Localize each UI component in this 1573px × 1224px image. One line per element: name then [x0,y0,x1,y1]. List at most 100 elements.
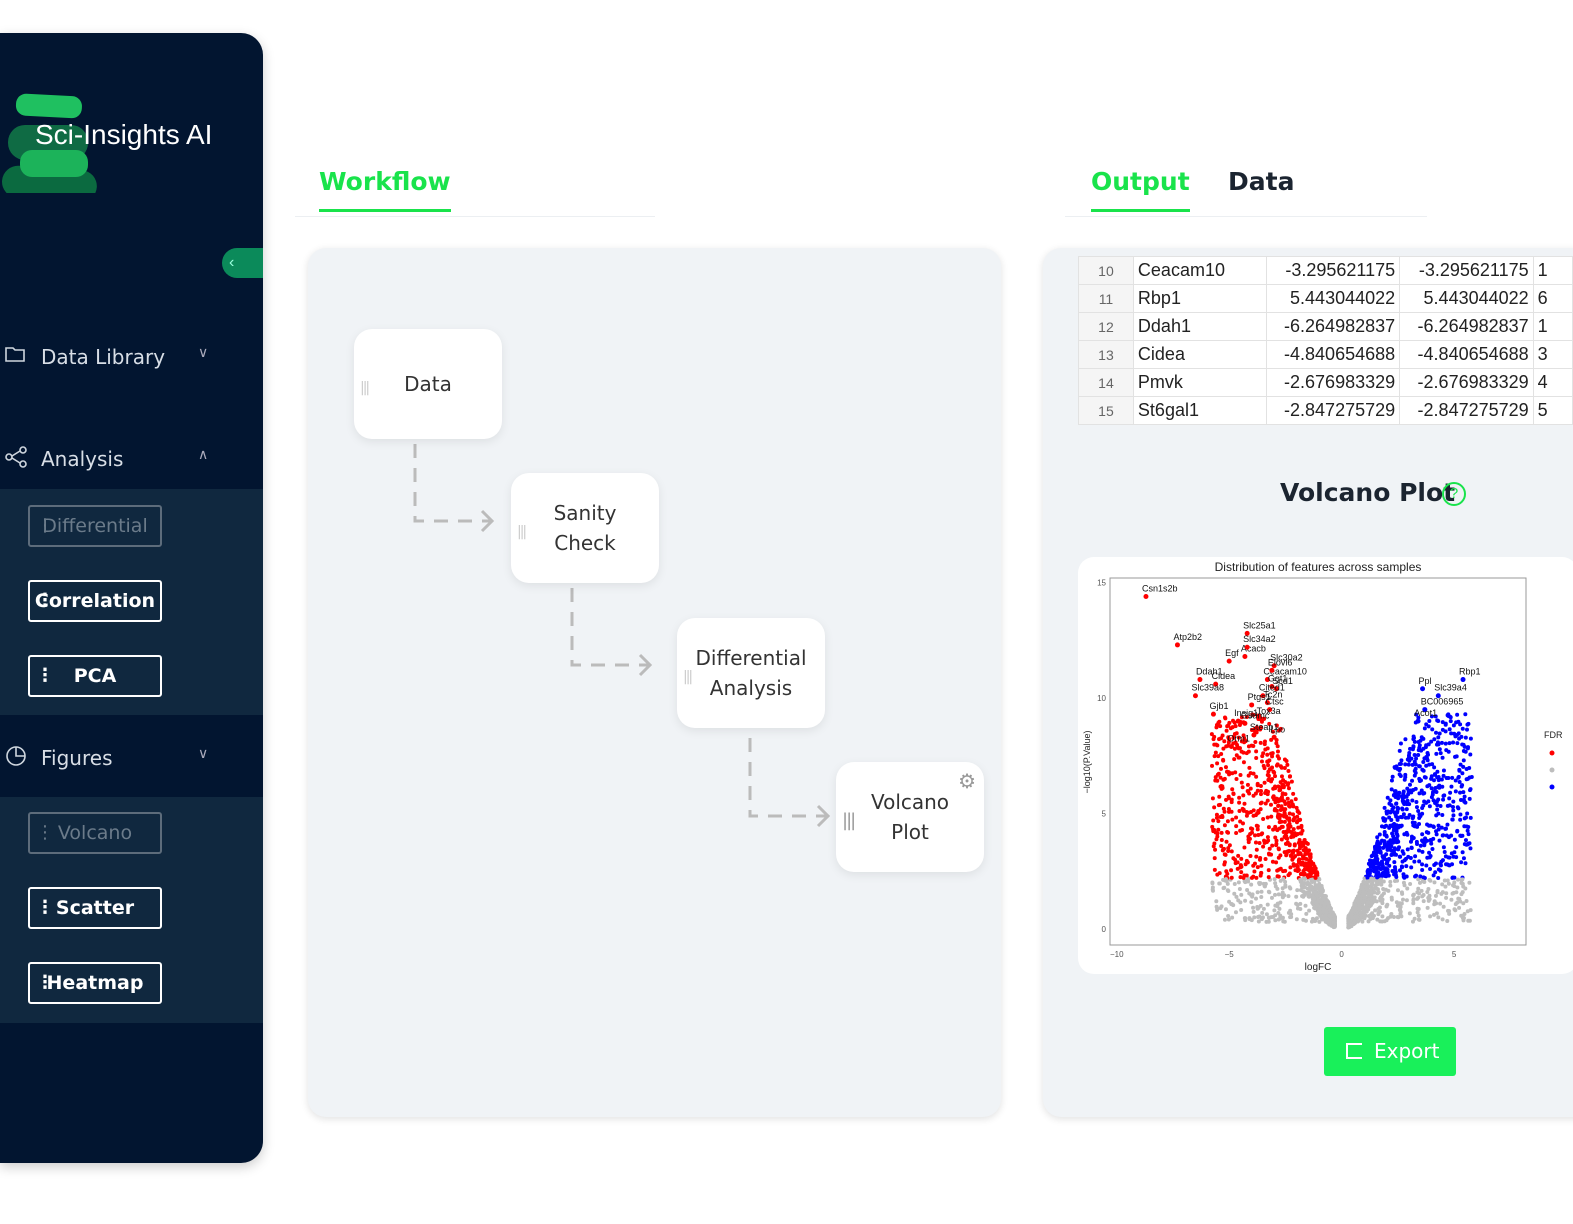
data-point [1222,917,1227,922]
data-point [1257,881,1262,886]
data-point [1468,846,1473,851]
data-point [1421,899,1426,904]
data-point [1432,737,1437,742]
data-point [1418,843,1423,848]
data-point [1449,851,1454,856]
data-point [1323,894,1328,899]
workflow-node-volcano-plot[interactable]: ||| Volcano Plot ⚙ [836,762,984,872]
data-point [1424,763,1429,768]
data-point [1441,833,1446,838]
data-point [1455,712,1460,717]
data-point [1384,833,1389,838]
data-point [1214,722,1219,727]
data-point [1217,719,1222,724]
data-point [1369,868,1374,873]
help-icon[interactable]: ? [1442,482,1466,506]
data-point [1278,808,1283,813]
data-point [1362,884,1367,889]
data-point [1374,899,1379,904]
data-point [1461,758,1466,763]
data-point [1394,875,1399,880]
data-point [1251,874,1256,879]
data-point [1423,745,1428,750]
data-point [1460,890,1465,895]
data-point [1308,852,1313,857]
data-point [1297,843,1302,848]
data-point [1222,862,1227,867]
data-point [1383,817,1388,822]
data-point [1232,891,1237,896]
data-point [1461,764,1466,769]
data-point [1212,867,1217,872]
data-point [1442,878,1447,883]
data-point [1263,881,1268,886]
data-point [1451,883,1456,888]
data-point [1418,814,1423,819]
data-point [1260,910,1265,915]
table-row[interactable]: 13 Cidea -4.840654688 -4.840654688 3 [1078,340,1573,369]
x-tick-label: −5 [1225,950,1235,959]
data-point [1399,890,1404,895]
data-point [1411,744,1416,749]
data-point [1260,915,1265,920]
data-point [1303,903,1308,908]
data-point [1436,718,1441,723]
data-point [1294,901,1299,906]
point-label: Rbp1 [1459,667,1481,677]
export-button[interactable]: Export [1324,1027,1456,1076]
gear-icon[interactable]: ⚙ [958,766,976,796]
data-point [1219,784,1224,789]
table-row[interactable]: 11 Rbp1 5.443044022 5.443044022 6 [1078,284,1573,313]
data-point [1212,742,1217,747]
data-point [1376,843,1381,848]
data-point [1455,877,1460,882]
figure-title: Volcano Plot [1280,478,1456,507]
workflow-node-differential-analysis[interactable]: ||| Differential Analysis [677,618,825,728]
data-point [1224,839,1229,844]
data-point [1459,784,1464,789]
labeled-point [1249,702,1255,708]
data-point [1416,752,1421,757]
table-cell: -2.847275729 [1265,396,1401,425]
data-point [1276,847,1281,852]
data-point [1414,756,1419,761]
data-point [1266,825,1271,830]
data-point [1371,850,1376,855]
data-point [1274,841,1279,846]
table-row[interactable]: 14 Pmvk -2.676983329 -2.676983329 4 [1078,368,1573,397]
data-point [1253,896,1258,901]
data-point [1396,845,1401,850]
data-point [1423,775,1428,780]
table-row[interactable]: 10 Ceacam10 -3.295621175 -3.295621175 1 [1078,256,1573,285]
data-point [1231,718,1236,723]
y-tick-label: 10 [1097,694,1106,703]
data-point [1443,722,1448,727]
workflow-node-sanity-check[interactable]: ||| Sanity Check [511,473,659,583]
table-row[interactable]: 12 Ddah1 -6.264982837 -6.264982837 1 [1078,312,1573,341]
data-point [1434,832,1439,837]
data-point [1298,851,1303,856]
workflow-node-data[interactable]: ||| Data [354,329,502,439]
data-point [1403,737,1408,742]
data-point [1389,895,1394,900]
data-point [1265,752,1270,757]
data-point [1392,878,1397,883]
point-label: Atp2b2 [1173,632,1202,642]
data-point [1383,843,1388,848]
data-point [1393,789,1398,794]
data-point [1436,823,1441,828]
data-point [1365,875,1370,880]
data-point [1462,912,1467,917]
data-point [1463,712,1468,717]
data-point [1229,902,1234,907]
point-label: Elovl6 [1268,657,1293,667]
data-point [1468,815,1473,820]
data-point [1421,893,1426,898]
table-row[interactable]: 15 St6gal1 -2.847275729 -2.847275729 5 [1078,396,1573,425]
point-label: Egf [1225,648,1239,658]
data-point [1215,872,1220,877]
data-point [1249,882,1254,887]
data-point [1248,831,1253,836]
data-point [1266,868,1271,873]
data-point [1331,913,1336,918]
